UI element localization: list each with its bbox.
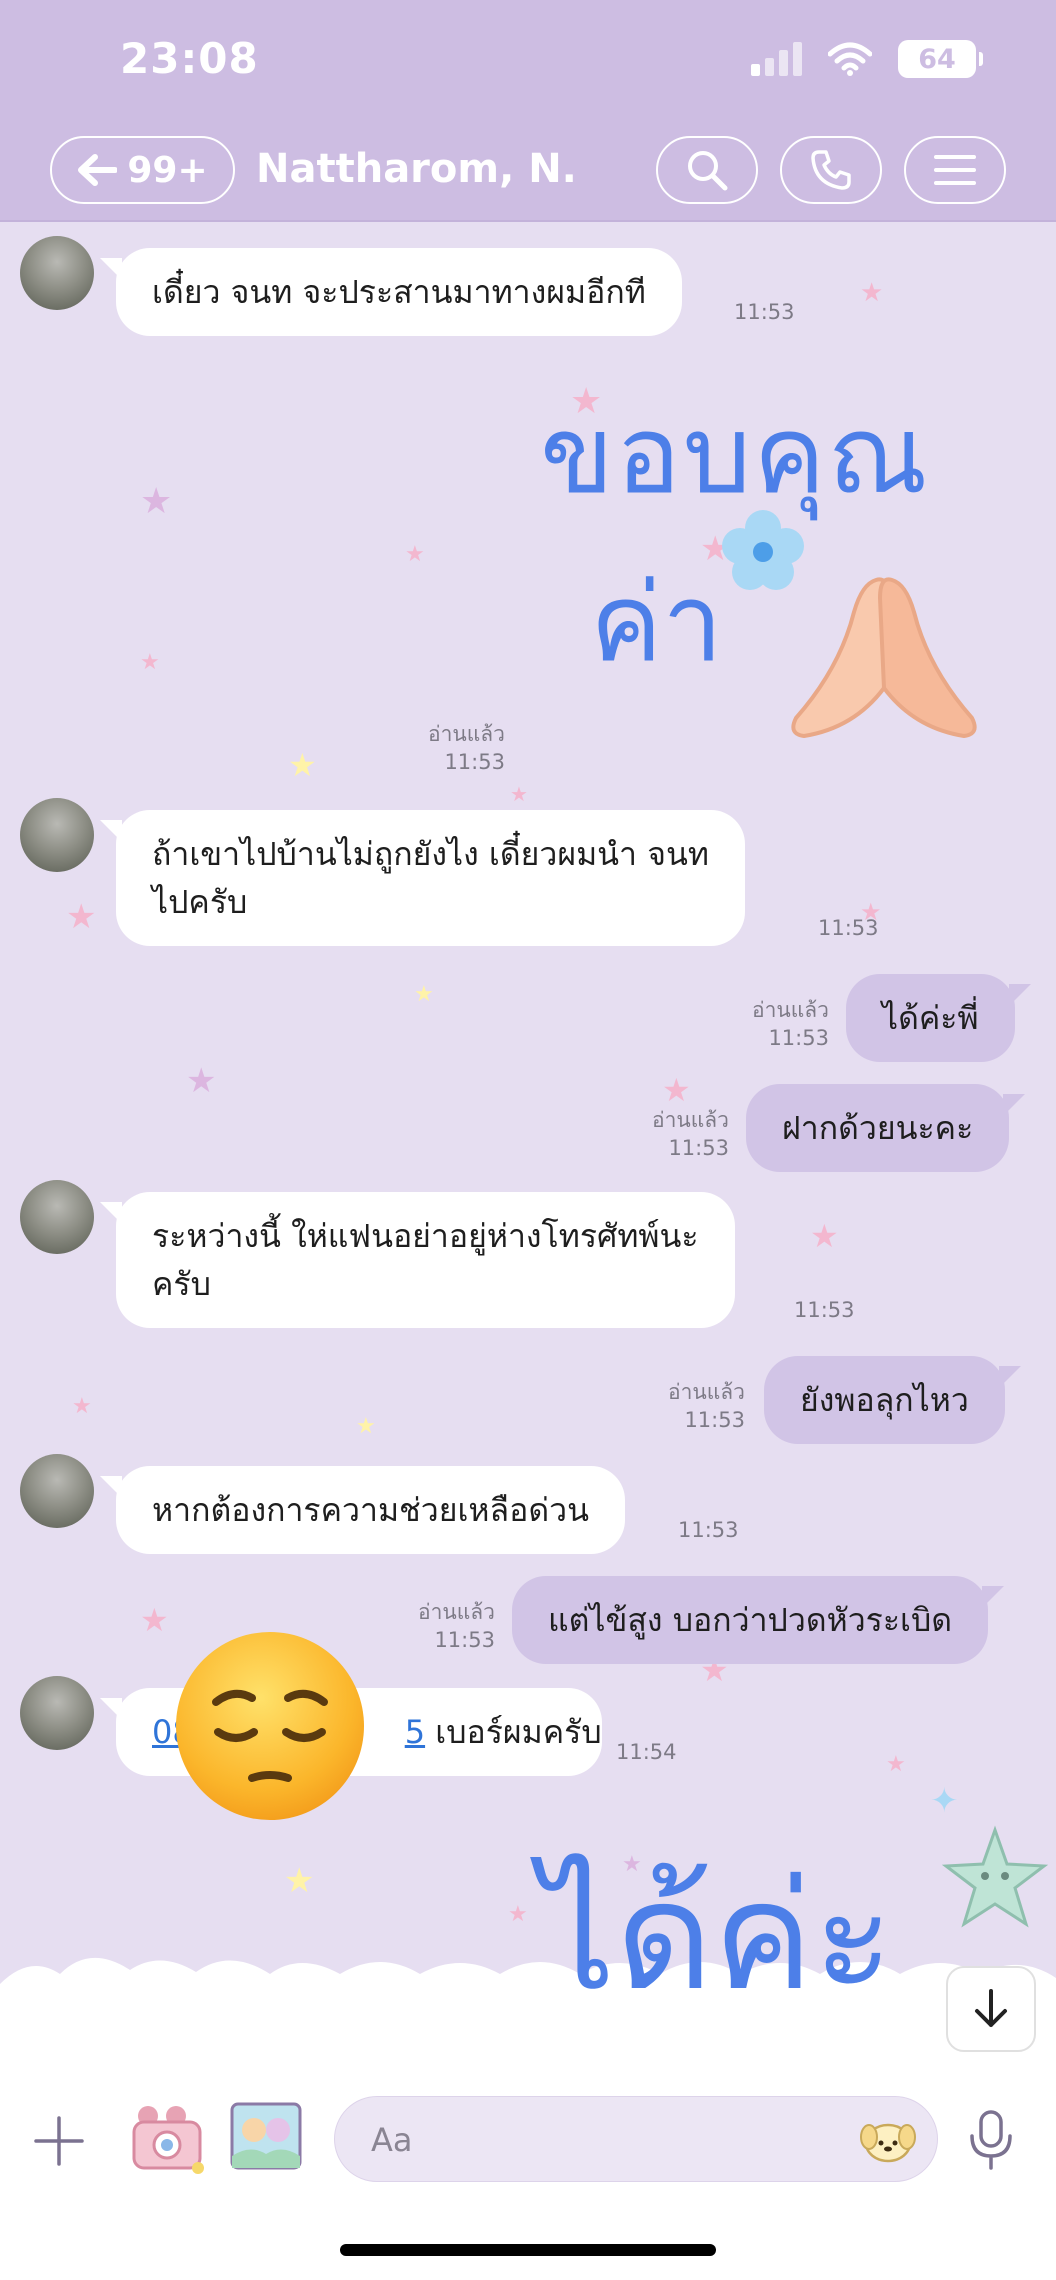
wifi-icon	[828, 42, 872, 76]
status-bar: 23:08 64	[0, 0, 1056, 122]
line-chat-screen: 23:08 64 99+ Nattharom, N. ★ ★ ★ ★ ★ ★ ★…	[0, 0, 1056, 2280]
phone-link[interactable]: 5	[405, 1713, 425, 1751]
star-decoration: ★	[186, 1061, 217, 1101]
message-meta: อ่านแล้ว 11:53	[428, 720, 505, 776]
sticker-text: ได้ค่ะ	[540, 1850, 894, 2024]
message-time: 11:53	[684, 1408, 745, 1432]
outgoing-message[interactable]: แต่ไข้สูง บอกว่าปวดหัวระเบิด	[512, 1576, 1005, 1664]
sticker-text: ค่า	[590, 561, 723, 686]
incoming-message[interactable]: ถ้าเขาไปบ้านไม่ถูกยังไง เดี๋ยวผมนำ จนท ไ…	[100, 810, 745, 946]
status-time: 23:08	[120, 34, 259, 83]
camera-sticker-icon[interactable]	[126, 2102, 210, 2178]
star-decoration: ★	[886, 1752, 906, 1777]
menu-button[interactable]	[904, 136, 1006, 204]
star-character-icon	[941, 1825, 1049, 1928]
menu-icon	[934, 155, 976, 185]
chat-area[interactable]: ★ ★ ★ ★ ★ ★ ★ ★ ★ ★ ★ ★ ★ ★ ★ ★ ★ ★ ★ ★ …	[0, 224, 1056, 2076]
sparkle-decoration: ✦	[930, 1781, 959, 1821]
star-decoration: ★	[72, 1394, 92, 1419]
star-decoration: ★	[140, 650, 160, 675]
message-time: 11:53	[734, 300, 795, 324]
phone-icon	[811, 150, 851, 190]
search-button[interactable]	[656, 136, 758, 204]
star-decoration: ★	[810, 1217, 839, 1255]
thank-you-sticker[interactable]: ขอบคุณ ค่า	[530, 394, 1030, 774]
avatar[interactable]	[20, 1180, 94, 1254]
star-decoration: ★	[405, 542, 425, 567]
battery-indicator: 64	[898, 40, 983, 78]
input-placeholder: Aa	[371, 2121, 413, 2159]
pensive-face-emoji	[176, 1632, 364, 1820]
scroll-to-bottom-button[interactable]	[946, 1966, 1036, 2052]
incoming-message[interactable]: หากต้องการความช่วยเหลือด่วน	[100, 1466, 625, 1554]
message-line: ถ้าเขาไปบ้านไม่ถูกยังไง เดี๋ยวผมนำ จนท	[152, 835, 709, 873]
incoming-message[interactable]: ระหว่างนี้ ให่แฟนอย่าอยู่ห่างโทรศัทพ์นะ …	[100, 1192, 735, 1328]
outgoing-message[interactable]: ฝากด้วยนะคะ	[746, 1084, 1026, 1172]
star-decoration: ★	[140, 481, 173, 522]
message-time: 11:53	[444, 750, 505, 774]
star-decoration: ★	[288, 746, 317, 784]
star-decoration: ★	[140, 1601, 169, 1639]
arrow-down-icon	[975, 1989, 1007, 2027]
message-time: 11:53	[434, 1628, 495, 1652]
message-time: 11:53	[668, 1136, 729, 1160]
cellular-signal-icon	[751, 42, 802, 76]
message-time: 11:54	[616, 1740, 677, 1764]
message-time: 11:53	[818, 916, 879, 940]
read-receipt: อ่านแล้ว	[752, 998, 829, 1022]
message-time: 11:53	[794, 1298, 855, 1322]
unread-count: 99+	[127, 149, 208, 191]
back-arrow-icon	[78, 154, 118, 186]
avatar[interactable]	[20, 798, 94, 872]
sticker-text: ขอบคุณ	[540, 393, 930, 518]
back-button[interactable]: 99+	[50, 136, 235, 204]
plus-icon[interactable]	[32, 2114, 86, 2168]
message-line: ไปครับ	[152, 883, 248, 921]
star-decoration: ★	[662, 1071, 691, 1109]
message-meta: อ่านแล้ว 11:53	[418, 1598, 495, 1654]
star-decoration: ★	[414, 982, 434, 1007]
message-text: เบอร์ผมครับ	[435, 1713, 602, 1751]
star-decoration: ★	[66, 897, 97, 937]
read-receipt: อ่านแล้ว	[652, 1108, 729, 1132]
message-line: ระหว่างนี้ ให่แฟนอย่าอยู่ห่างโทรศัทพ์นะ	[152, 1217, 699, 1255]
star-decoration: ★	[284, 1861, 315, 1901]
gallery-icon[interactable]	[230, 2102, 302, 2170]
praying-hands-icon	[791, 577, 977, 739]
sticker-icon[interactable]	[859, 2115, 917, 2165]
star-decoration: ★	[860, 278, 884, 308]
message-time: 11:53	[678, 1518, 739, 1542]
message-meta: อ่านแล้ว 11:53	[668, 1378, 745, 1434]
outgoing-message[interactable]: ได้ค่ะพี่	[846, 974, 1031, 1062]
incoming-message[interactable]: เดี๋ยว จนท จะประสานมาทางผมอีกที	[100, 248, 682, 336]
read-receipt: อ่านแล้ว	[428, 722, 505, 746]
message-meta: อ่านแล้ว 11:53	[752, 996, 829, 1052]
star-decoration: ★	[356, 1414, 376, 1439]
message-line: ครับ	[152, 1265, 211, 1303]
chat-header: 99+ Nattharom, N.	[0, 122, 1056, 222]
message-meta: อ่านแล้ว 11:53	[652, 1106, 729, 1162]
read-receipt: อ่านแล้ว	[418, 1600, 495, 1624]
status-icons: 64	[751, 40, 983, 78]
avatar[interactable]	[20, 1676, 94, 1750]
avatar[interactable]	[20, 236, 94, 310]
search-icon	[688, 151, 728, 191]
microphone-icon[interactable]	[966, 2108, 1016, 2172]
call-button[interactable]	[780, 136, 882, 204]
message-input[interactable]: Aa	[334, 2096, 938, 2182]
outgoing-message[interactable]: ยังพอลุกไหว	[764, 1356, 1021, 1444]
read-receipt: อ่านแล้ว	[668, 1380, 745, 1404]
chat-title: Nattharom, N.	[256, 146, 577, 192]
star-decoration: ★	[508, 1902, 528, 1927]
star-decoration: ★	[510, 782, 528, 806]
message-time: 11:53	[768, 1026, 829, 1050]
avatar[interactable]	[20, 1454, 94, 1528]
home-indicator	[340, 2244, 716, 2256]
